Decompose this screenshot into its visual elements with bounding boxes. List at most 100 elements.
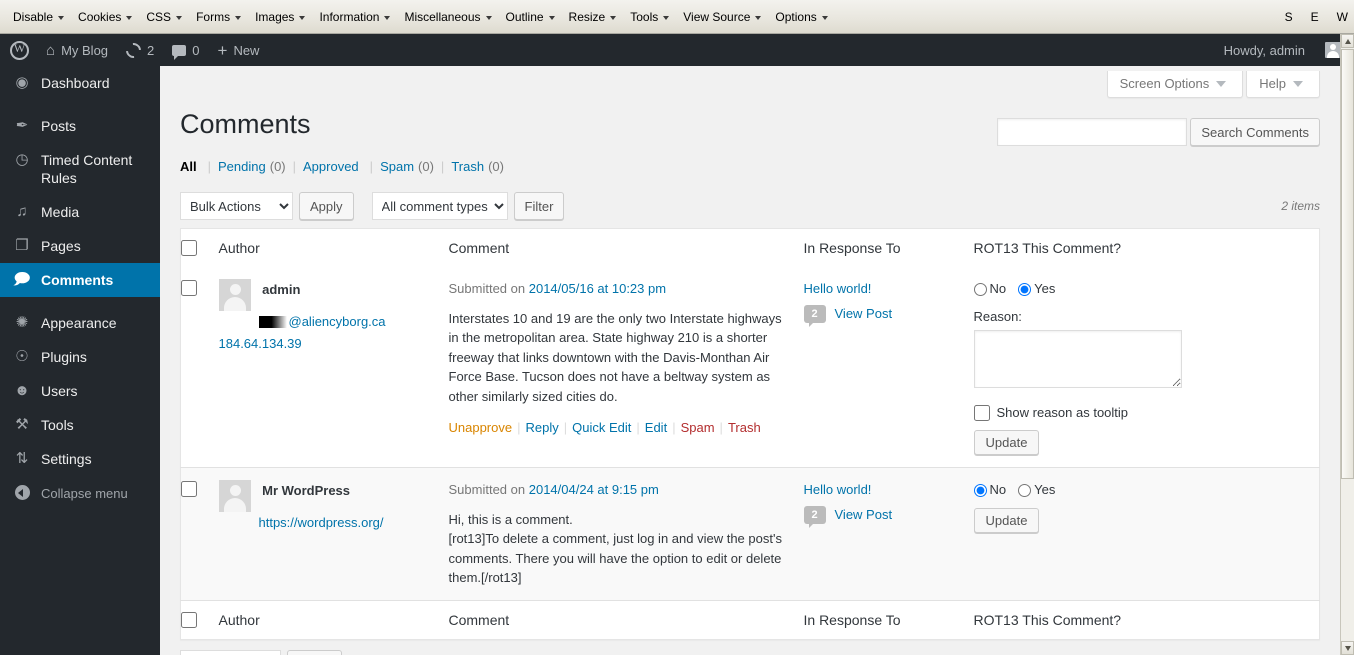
sidebar-item-label: Dashboard — [41, 75, 110, 91]
sidebar-item-settings[interactable]: ⇅ Settings — [0, 442, 160, 476]
rot13-no-label[interactable]: No — [990, 480, 1007, 500]
sidebar-item-comments[interactable]: 🗩 Comments — [0, 263, 168, 297]
post-comment-count-badge[interactable]: 2 — [803, 304, 826, 327]
unapprove-link[interactable]: Unapprove — [449, 420, 513, 435]
divider: | — [636, 420, 640, 436]
collapse-menu-button[interactable]: Collapse menu — [0, 476, 160, 513]
rot13-no-radio[interactable] — [973, 282, 987, 296]
bulk-actions-select-top[interactable]: Bulk Actions Approve Unapprove Mark as S… — [180, 192, 293, 221]
author-ip-link[interactable]: 184.64.134.39 — [219, 336, 302, 351]
page-scrollbar[interactable] — [1340, 34, 1354, 655]
devtool-menu-disable[interactable]: Disable — [6, 7, 71, 27]
rot13-yes-label[interactable]: Yes — [1034, 279, 1055, 299]
devtool-menu-information[interactable]: Information — [312, 7, 397, 27]
search-comments-button[interactable]: Search Comments — [1190, 118, 1320, 146]
scrollbar-thumb[interactable] — [1341, 49, 1354, 479]
submitted-on-prefix: Submitted on — [448, 281, 526, 297]
reply-link[interactable]: Reply — [526, 420, 559, 435]
view-post-link[interactable]: View Post — [835, 304, 893, 324]
sidebar-item-tools[interactable]: ⚒ Tools — [0, 408, 160, 442]
devtool-menu-resize[interactable]: Resize — [562, 7, 624, 27]
my-account-menu[interactable]: Howdy, admin — [1215, 34, 1354, 66]
author-email-link[interactable]: @aliencyborg.ca — [289, 314, 386, 329]
comments-bubble-menu[interactable]: 0 — [163, 34, 208, 66]
reason-textarea[interactable] — [973, 330, 1182, 389]
devtool-right-e[interactable]: E — [1311, 10, 1319, 24]
status-link-approved[interactable]: Approved — [303, 154, 359, 180]
devtool-menu-forms[interactable]: Forms — [189, 7, 248, 27]
howdy-label: Howdy, admin — [1223, 42, 1305, 58]
sidebar-item-pages[interactable]: ❐ Pages — [0, 229, 160, 263]
help-button[interactable]: Help — [1246, 71, 1320, 98]
sliders-icon: ⇅ — [15, 450, 29, 467]
apply-button-bottom[interactable]: Apply — [287, 649, 342, 655]
update-button[interactable]: Update — [973, 507, 1040, 533]
filter-button[interactable]: Filter — [513, 192, 565, 221]
comment-type-select[interactable]: All comment types Comments Pings — [371, 192, 508, 221]
devtool-menu-miscellaneous[interactable]: Miscellaneous — [397, 7, 498, 27]
devtool-menu-view-source[interactable]: View Source — [676, 7, 768, 27]
sidebar-item-media[interactable]: ♫ Media — [0, 195, 160, 229]
spam-link[interactable]: Spam — [681, 420, 715, 435]
status-link-all[interactable]: All — [180, 154, 197, 180]
status-link-trash[interactable]: Trash — [451, 154, 484, 180]
row-checkbox[interactable] — [181, 481, 197, 498]
sidebar-item-plugins[interactable]: ☉ Plugins — [0, 340, 160, 374]
devtool-menu-css[interactable]: CSS — [139, 7, 189, 27]
devtool-menu-cookies[interactable]: Cookies — [71, 7, 139, 27]
sidebar-item-users[interactable]: ☻ Users — [0, 374, 160, 408]
status-link-approved-item: Approved — [303, 154, 363, 180]
post-comment-count-badge[interactable]: 2 — [803, 505, 826, 528]
search-input[interactable] — [997, 118, 1188, 146]
status-link-spam[interactable]: Spam — [380, 154, 414, 180]
site-name-menu[interactable]: ⌂ My Blog — [37, 34, 117, 66]
new-content-menu[interactable]: + New — [209, 34, 269, 66]
chevron-down-icon — [821, 15, 828, 20]
row-checkbox[interactable] — [181, 280, 197, 297]
devtool-menu-options[interactable]: Options — [768, 7, 834, 27]
quick-edit-link[interactable]: Quick Edit — [572, 420, 631, 435]
trash-link[interactable]: Trash — [728, 420, 761, 435]
submitted-on-date[interactable]: 2014/05/16 at 10:23 pm — [529, 281, 666, 296]
apply-button-top[interactable]: Apply — [299, 192, 354, 221]
rot13-no-label[interactable]: No — [990, 279, 1007, 299]
devtool-menu-outline[interactable]: Outline — [499, 7, 562, 27]
sidebar-item-appearance[interactable]: ✺ Appearance — [0, 306, 160, 340]
wordpress-logo-icon[interactable] — [0, 34, 37, 66]
devtool-menu-tools[interactable]: Tools — [623, 7, 676, 27]
comment-paragraph: Hi, this is a comment. [rot13]To delete … — [448, 511, 782, 586]
scrollbar-down-button[interactable] — [1341, 641, 1354, 655]
comments-count: 0 — [192, 42, 200, 58]
view-post-link[interactable]: View Post — [835, 505, 893, 525]
status-link-pending[interactable]: Pending — [218, 154, 266, 180]
pages-icon: ❐ — [15, 237, 29, 254]
sidebar-item-posts[interactable]: ✒ Posts — [0, 109, 160, 143]
admin-sidebar-menu: ◉ Dashboard ✒ Posts ◷ Timed Content Rule… — [0, 66, 168, 655]
update-button[interactable]: Update — [973, 430, 1040, 456]
screen-options-button[interactable]: Screen Options — [1106, 71, 1244, 98]
devtool-right-s[interactable]: S — [1285, 10, 1293, 24]
rot13-no-radio[interactable] — [973, 483, 987, 497]
sidebar-item-dashboard[interactable]: ◉ Dashboard — [0, 66, 160, 100]
show-reason-tooltip-checkbox[interactable] — [973, 405, 990, 422]
rot13-yes-radio[interactable] — [1018, 483, 1032, 497]
dashboard-icon: ◉ — [15, 74, 29, 91]
rot13-yes-label[interactable]: Yes — [1034, 480, 1055, 500]
author-url-link[interactable]: https://wordpress.org/ — [259, 515, 384, 530]
post-title-link[interactable]: Hello world! — [804, 480, 964, 500]
devtool-menu-images[interactable]: Images — [248, 7, 312, 27]
scrollbar-up-button[interactable] — [1341, 34, 1354, 48]
media-icon: ♫ — [16, 203, 28, 220]
select-all-checkbox-top[interactable] — [181, 240, 197, 257]
post-title-link[interactable]: Hello world! — [804, 279, 964, 299]
devtool-right-w[interactable]: W — [1337, 10, 1348, 24]
rot13-yes-radio[interactable] — [1018, 282, 1032, 296]
show-reason-tooltip-label[interactable]: Show reason as tooltip — [997, 403, 1129, 423]
select-all-checkbox-bottom[interactable] — [181, 611, 197, 628]
sidebar-item-timed-content-rules[interactable]: ◷ Timed Content Rules — [0, 143, 160, 195]
bulk-actions-select-bottom[interactable]: Bulk Actions — [180, 649, 281, 655]
edit-link[interactable]: Edit — [645, 420, 667, 435]
updates-menu[interactable]: 2 — [117, 34, 163, 66]
tablenav-bottom: Bulk Actions Apply 2 items — [180, 644, 1320, 655]
submitted-on-date[interactable]: 2014/04/24 at 9:15 pm — [529, 482, 659, 497]
